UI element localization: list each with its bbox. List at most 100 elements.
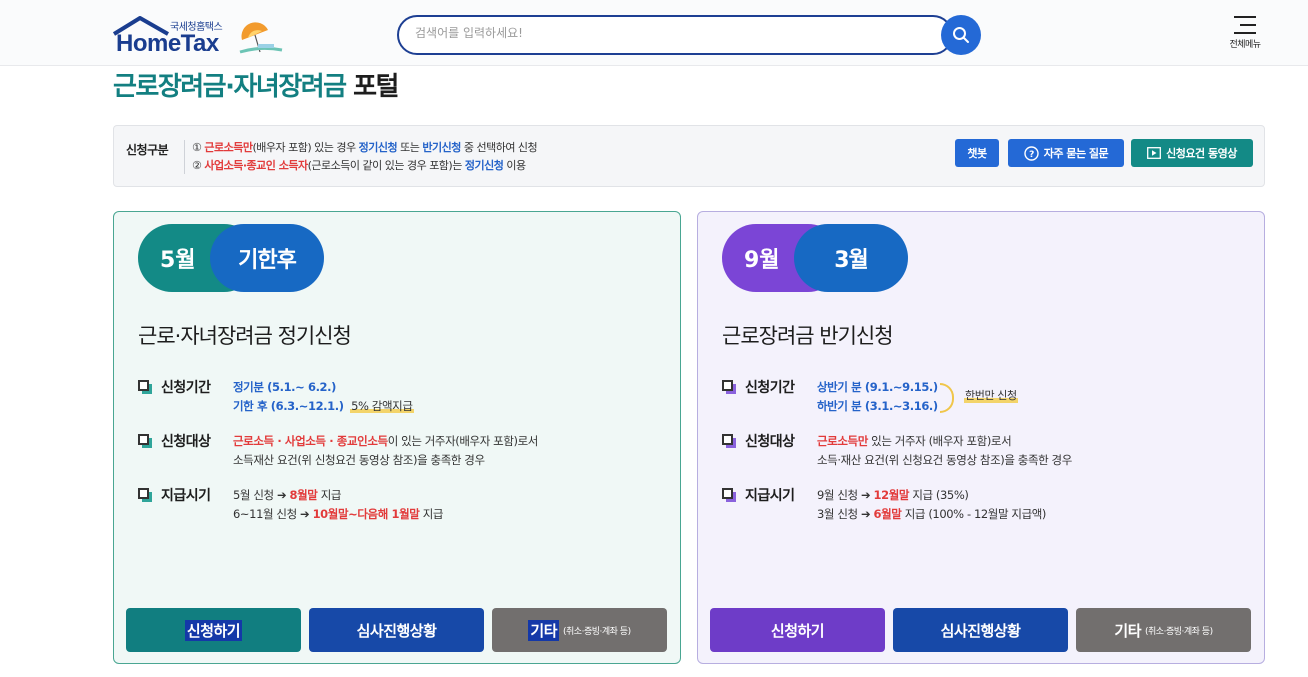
period-pill: 5월 기한후: [138, 224, 324, 292]
notice-line-1-num: ①: [192, 141, 202, 154]
other-button[interactable]: 기타 (취소·증빙·계좌 등): [1076, 608, 1251, 652]
target-text-1: 이 있는 거주자(배우자 포함)로서: [387, 434, 539, 448]
all-menu-button[interactable]: 전체메뉴: [1222, 14, 1268, 58]
target-values: 근로소득만 있는 거주자 (배우자 포함)로서 소득·재산 요건(위 신청요건 …: [817, 432, 1072, 470]
period-values: 상반기 분 (9.1.~9.15.) 하반기 분 (3.1.~3.16.): [817, 378, 938, 416]
review-status-label: 심사진행상황: [356, 621, 437, 640]
checkbox-bullet-icon: [138, 434, 152, 448]
period-line-1: 정기분 (5.1.~ 6.2.): [233, 380, 336, 394]
notice-line-1-text3: 중 선택하여 신청: [460, 141, 538, 154]
pill-late: 기한후: [210, 224, 324, 292]
payment-1-suffix: 지급: [317, 488, 342, 502]
checkbox-bullet-icon: [138, 488, 152, 502]
notice-line-1: ① 근로소득만(배우자 포함) 있는 경우 정기신청 또는 반기신청 중 선택하…: [192, 139, 538, 157]
period-label: 신청기간: [745, 380, 795, 396]
notice-line-2-text1: (근로소득이 같이 있는 경우 포함)는: [307, 159, 465, 172]
period-line-2: 하반기 분 (3.1.~3.16.): [817, 399, 938, 413]
other-button-sub: (취소·증빙·계좌 등): [563, 626, 631, 637]
notice-line-2-num: ②: [192, 159, 202, 172]
search-input[interactable]: [415, 26, 915, 40]
target-text-1: 있는 거주자 (배우자 포함)로서: [867, 434, 1012, 448]
logo-text: HomeTax: [116, 30, 219, 57]
payment-2-date: 10월말~다음해 1월말: [312, 507, 420, 521]
all-menu-label: 전체메뉴: [1229, 40, 1261, 50]
arrow-icon: ➔: [276, 488, 287, 502]
application-type-notice: 신청구분 ① 근로소득만(배우자 포함) 있는 경우 정기신청 또는 반기신청 …: [113, 125, 1265, 187]
period-values: 정기분 (5.1.~ 6.2.) 기한 후 (6.3.~12.1.) 5% 감액…: [233, 378, 414, 416]
hometax-logo[interactable]: 국세청홈택스 HomeTax: [112, 16, 292, 58]
period-line-2: 기한 후 (6.3.~12.1.): [233, 399, 344, 413]
checkbox-bullet-icon: [722, 434, 736, 448]
requirements-video-button[interactable]: 신청요건 동영상: [1131, 139, 1253, 167]
target-text-2: 소득재산 요건(위 신청요건 동영상 참조)을 충족한 경우: [233, 453, 485, 467]
payment-1-suffix: 지급 (35%): [909, 488, 969, 502]
card-title: 근로장려금 반기신청: [722, 324, 894, 348]
top-header: 국세청홈택스 HomeTax 전체메뉴: [0, 0, 1308, 66]
svg-text:?: ?: [1029, 150, 1034, 160]
checkbox-bullet-icon: [138, 380, 152, 394]
play-icon: [1147, 147, 1162, 159]
notice-line-1-blue2: 반기신청: [422, 141, 461, 154]
regular-application-card: 5월 기한후 근로·자녀장려금 정기신청 신청기간 정기분 (5.1.~ 6.2…: [113, 211, 681, 664]
question-icon: ?: [1024, 145, 1039, 161]
period-note: 5% 감액지급: [350, 399, 414, 413]
apply-button[interactable]: 신청하기: [126, 608, 301, 652]
payment-1-date: 8월말: [289, 488, 318, 502]
page-title-suffix: 포털: [345, 72, 399, 102]
target-label: 신청대상: [161, 434, 211, 450]
arrow-icon: ➔: [860, 507, 871, 521]
requirements-video-button-label: 신청요건 동영상: [1166, 147, 1237, 160]
period-note: 한번만 신청: [964, 387, 1018, 403]
payment-2-text: 6~11월 신청: [233, 507, 301, 521]
notice-label: 신청구분: [126, 143, 169, 157]
notice-line-2-blue1: 정기신청: [464, 159, 504, 172]
hamburger-icon: [1234, 16, 1256, 34]
page-title: 근로장려금·자녀장려금 포털: [113, 66, 399, 103]
half-year-application-card: 9월 3월 근로장려금 반기신청 신청기간 상반기 분 (9.1.~9.15.)…: [697, 211, 1265, 664]
search-box[interactable]: [397, 15, 953, 55]
pill-march: 3월: [794, 224, 908, 292]
target-values: 근로소득 · 사업소득 · 종교인소득이 있는 거주자(배우자 포함)로서 소득…: [233, 432, 538, 470]
payment-label: 지급시기: [745, 488, 795, 504]
payment-2-text: 3월 신청: [817, 507, 861, 521]
other-button-label: 기타: [1114, 621, 1142, 640]
target-label: 신청대상: [745, 434, 795, 450]
payment-2-suffix: 지급 (100% - 12월말 지급액): [901, 507, 1047, 521]
period-pill: 9월 3월: [722, 224, 908, 292]
notice-line-1-text1: (배우자 포함) 있는 경우: [252, 141, 359, 154]
other-button-label: 기타: [528, 619, 560, 641]
other-button[interactable]: 기타 (취소·증빙·계좌 등): [492, 608, 667, 652]
page-title-highlight: 근로장려금·자녀장려금: [113, 72, 347, 102]
arrow-icon: ➔: [300, 507, 310, 521]
target-text-2: 소득·재산 요건(위 신청요건 동영상 참조)을 충족한 경우: [817, 453, 1072, 467]
apply-button-label: 신청하기: [770, 621, 825, 640]
search-button[interactable]: [941, 15, 981, 55]
payment-1-text: 9월 신청: [817, 488, 861, 502]
notice-line-1-red: 근로소득만: [204, 141, 253, 154]
card-title: 근로·자녀장려금 정기신청: [138, 324, 352, 348]
checkbox-bullet-icon: [722, 488, 736, 502]
payment-values: 9월 신청 ➔ 12월말 지급 (35%) 3월 신청 ➔ 6월말 지급 (10…: [817, 486, 1046, 524]
review-status-label: 심사진행상황: [940, 621, 1021, 640]
payment-2-date: 6월말: [873, 507, 902, 521]
review-status-button[interactable]: 심사진행상황: [309, 608, 484, 652]
target-income-types: 근로소득만: [817, 434, 868, 448]
bracket-mark: [940, 383, 954, 413]
notice-line-2: ② 사업소득·종교인 소득자(근로소득이 같이 있는 경우 포함)는 정기신청 …: [192, 157, 537, 175]
period-line-1: 상반기 분 (9.1.~9.15.): [817, 380, 938, 394]
other-button-sub: (취소·증빙·계좌 등): [1145, 626, 1213, 637]
review-status-button[interactable]: 심사진행상황: [893, 608, 1068, 652]
chatbot-button-label: 챗봇: [967, 147, 987, 160]
faq-button[interactable]: ? 자주 묻는 질문: [1008, 139, 1124, 167]
parasol-icon: [239, 22, 283, 54]
payment-values: 5월 신청 ➔ 8월말 지급 6~11월 신청 ➔ 10월말~다음해 1월말 지…: [233, 486, 443, 524]
chatbot-button[interactable]: 챗봇: [955, 139, 999, 167]
search-icon: [953, 27, 969, 43]
period-label: 신청기간: [161, 380, 211, 396]
arrow-icon: ➔: [860, 488, 871, 502]
notice-line-2-text2: 이용: [503, 159, 526, 172]
notice-line-1-blue1: 정기신청: [358, 141, 398, 154]
apply-button[interactable]: 신청하기: [710, 608, 885, 652]
notice-line-2-red: 사업소득·종교인 소득자: [204, 159, 308, 172]
payment-label: 지급시기: [161, 488, 211, 504]
